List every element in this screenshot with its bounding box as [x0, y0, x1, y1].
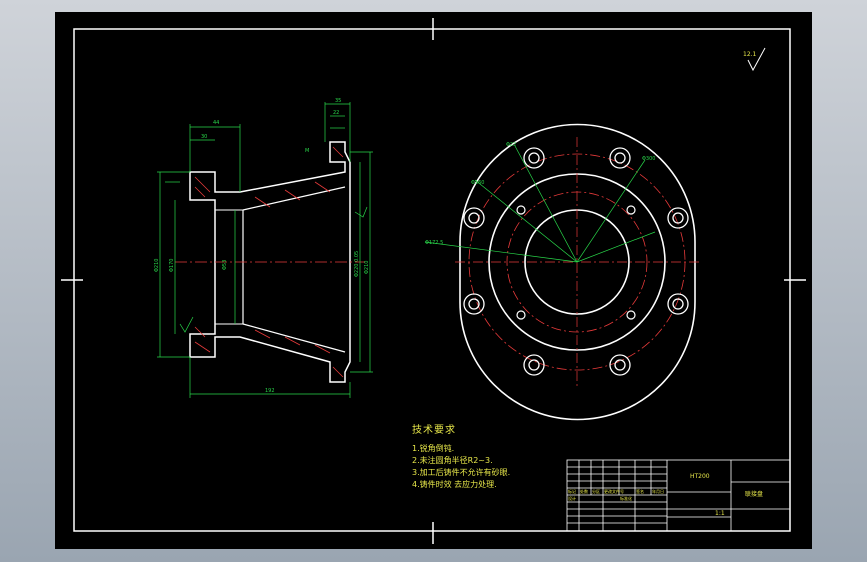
- title-row-label-3: 更改文件号: [604, 488, 624, 494]
- notes-item: 4.铸件时效 去应力处理.: [412, 480, 497, 489]
- title-scale: 1:1: [715, 510, 725, 517]
- dim-hole-top-left: Φ22: [506, 142, 516, 148]
- section-view: 44 30 35 22 M 192 Φ210 Φ170 Φ53 Φ220 0.0…: [154, 98, 373, 398]
- notes-title: 技术要求: [412, 425, 456, 436]
- dim-bottom-length: 192: [265, 388, 275, 394]
- title-row-label-2: 分区: [592, 488, 600, 494]
- dim-left-dia-outer: Φ210: [154, 259, 160, 272]
- dim-pcd-left: Φ160: [471, 180, 484, 186]
- roughness-symbol: 12.1: [743, 47, 766, 72]
- dim-right-top: 35: [335, 98, 341, 104]
- title-design-2: 标准化: [620, 495, 632, 501]
- dim-pcd-outer: Φ172.5: [425, 240, 443, 246]
- title-design-0: 设计: [568, 495, 576, 501]
- title-material: HT200: [690, 473, 710, 480]
- dim-right-dia2: Φ210: [364, 261, 370, 274]
- title-row-label-0: 标记: [568, 488, 576, 494]
- dim-top-small: 30: [201, 134, 207, 140]
- dim-flange-hole: M: [305, 148, 309, 154]
- title-row-label-5: 年月日: [652, 488, 664, 494]
- technical-notes: 技术要求 1.锐角倒钝. 2.未注圆角半径R2~3. 3.加工后铸件不允许有砂眼…: [412, 425, 510, 491]
- dim-top-width: 44: [213, 120, 219, 126]
- dim-bore: Φ53: [222, 260, 228, 270]
- title-part-name: 联接盘: [745, 490, 763, 498]
- notes-item: 1.锐角倒钝.: [412, 444, 455, 453]
- title-row-label-1: 处数: [580, 488, 588, 494]
- title-row-label-4: 签名: [636, 488, 644, 494]
- dim-right-sub: 22: [333, 110, 339, 116]
- dim-left-dia-inner: Φ170: [169, 259, 175, 272]
- dim-hole-top-right: Φ300: [642, 156, 655, 162]
- drawing-viewport[interactable]: 12.1 44 30 35 22 M 192 Φ210 Φ170 Φ53 Φ22…: [55, 12, 812, 549]
- plan-view: Φ22 Φ300 Φ160 Φ172.5: [424, 123, 700, 421]
- dim-right-dia: Φ220 0.05: [354, 251, 360, 277]
- notes-item: 2.未注圆角半径R2~3.: [412, 456, 493, 465]
- small-holes: [516, 205, 636, 320]
- notes-item: 3.加工后铸件不允许有砂眼.: [412, 468, 511, 477]
- roughness-value: 12.1: [743, 51, 757, 58]
